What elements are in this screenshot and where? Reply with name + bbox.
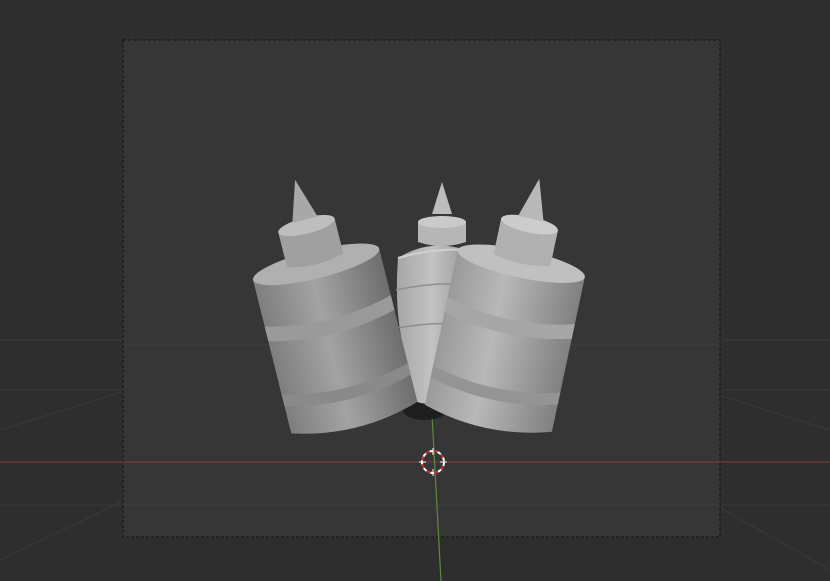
3d-viewport[interactable] <box>0 0 830 581</box>
viewport-canvas[interactable] <box>0 0 830 581</box>
